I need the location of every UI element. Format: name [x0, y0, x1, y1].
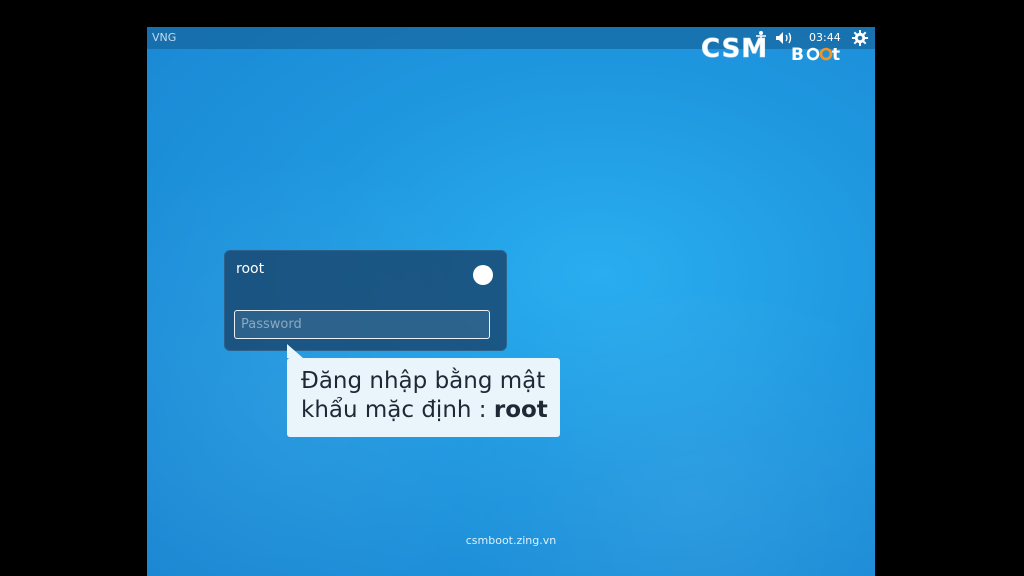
default-password-text: root [493, 397, 548, 423]
gear-icon[interactable] [851, 29, 869, 47]
panel-title: VNG [152, 31, 177, 44]
svg-text:B: B [791, 45, 804, 64]
footer-url: csmboot.zing.vn [465, 534, 557, 547]
password-input[interactable] [234, 310, 490, 339]
callout-text: Đăng nhập bằng mật khẩu mặc định : root [301, 367, 551, 425]
callout-line-2-prefix: khẩu mặc định : [301, 397, 494, 423]
user-name[interactable]: root [236, 261, 264, 277]
svg-text:CSM: CSM [701, 34, 768, 64]
login-screen: VNG 03:44 CSM B t root Đăng nhập bằng mậ… [147, 27, 875, 576]
callout-line-2: khẩu mặc định : root [301, 396, 551, 425]
callout-line-1: Đăng nhập bằng mật [301, 368, 546, 394]
login-card: root [224, 250, 507, 351]
svg-text:t: t [832, 45, 840, 64]
csmboot-logo: CSM B t [699, 32, 847, 65]
user-status-indicator [473, 265, 493, 285]
hint-callout: Đăng nhập bằng mật khẩu mặc định : root [287, 344, 560, 437]
callout-tail [287, 344, 303, 358]
